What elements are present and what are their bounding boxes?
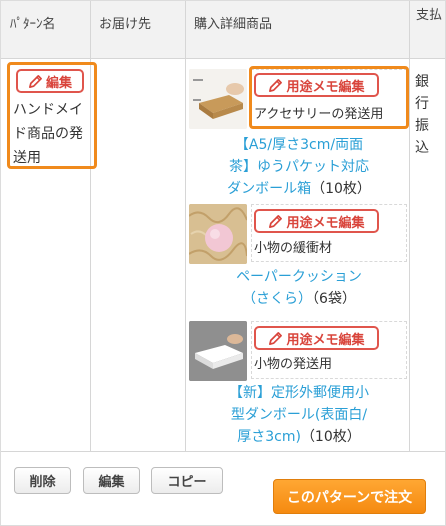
product-image-paper-cushion[interactable] [189, 204, 247, 264]
header-pattern-name: ﾊﾟﾀｰﾝ名 [10, 17, 56, 32]
order-with-pattern-button[interactable]: このパターンで注文 [273, 479, 426, 514]
header-products: 購入詳細商品 [194, 17, 273, 32]
product-link[interactable]: 【新】定形外郵便用小 型ダンボール(表面白/ 厚さ3cm)（10枚） [191, 382, 407, 448]
memo-edit-label: 用途メモ編集 [286, 332, 365, 348]
small-box-image-icon [189, 321, 247, 381]
product-link-line: 茶】ゆうパケット対応 [229, 159, 369, 175]
header-payment: 支払 [416, 8, 443, 23]
pattern-footer: 削除 編集 コピー このパターンで注文 [1, 451, 445, 525]
box-image-icon [189, 69, 247, 129]
table-header: ﾊﾟﾀｰﾝ名 お届け先 購入詳細商品 支払 [1, 1, 445, 59]
product-link-line: ペーパークッション [236, 269, 362, 285]
product-link-line: 厚さ3cm) [237, 429, 301, 445]
product-link-line: ダンボール箱 [227, 181, 312, 197]
delete-button[interactable]: 削除 [14, 467, 71, 494]
pencil-icon [269, 331, 283, 345]
product-link-line: 【A5/厚さ3cm/両面 [234, 137, 364, 153]
product-link[interactable]: 【A5/厚さ3cm/両面 茶】ゆうパケット対応 ダンボール箱（10枚） [191, 134, 407, 200]
product-memo: 小物の発送用 [254, 357, 333, 372]
product-image-small-box[interactable] [189, 321, 247, 381]
column-divider [185, 1, 186, 451]
column-divider [409, 1, 410, 451]
pattern-highlight [7, 62, 97, 169]
copy-button[interactable]: コピー [151, 467, 223, 494]
cushion-image-icon [189, 204, 247, 264]
product-qty: （10枚） [311, 181, 371, 197]
product-link-line: （さくら） [242, 291, 313, 307]
product-link-line: 型ダンボール(表面白/ [230, 407, 368, 423]
product-link[interactable]: ペーパークッション （さくら）（6袋） [191, 266, 407, 310]
memo-edit-button[interactable]: 用途メモ編集 [254, 209, 379, 233]
header-delivery: お届け先 [99, 17, 152, 32]
product-qty: （6袋） [312, 291, 356, 307]
order-pattern-panel: ﾊﾟﾀｰﾝ名 お届け先 購入詳細商品 支払 編集 ハンドメイド商品の発送用 用途… [0, 0, 446, 526]
product-link-line: 【新】定形外郵便用小 [229, 385, 369, 401]
memo-edit-button[interactable]: 用途メモ編集 [254, 326, 379, 350]
memo-highlight [249, 66, 409, 129]
product-memo: 小物の緩衝材 [254, 241, 333, 256]
pencil-icon [269, 214, 283, 228]
memo-edit-label: 用途メモ編集 [286, 215, 365, 231]
product-qty: （10枚） [300, 429, 361, 445]
payment-method: 銀行振込 [415, 74, 429, 156]
edit-button[interactable]: 編集 [83, 467, 140, 494]
product-image-cardboard-box[interactable] [189, 69, 247, 129]
